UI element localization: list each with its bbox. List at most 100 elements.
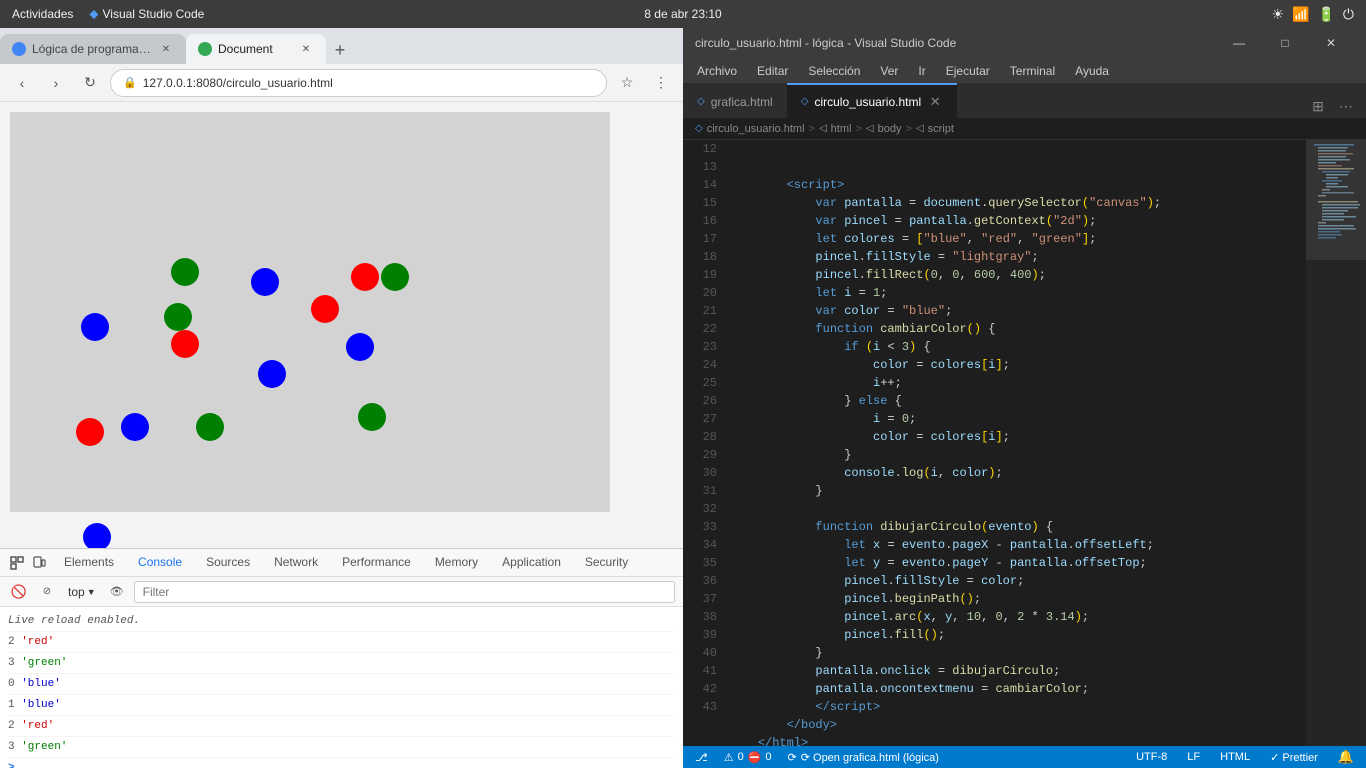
tab1-favicon — [12, 42, 26, 56]
statusbar-eol[interactable]: LF — [1183, 751, 1204, 763]
line-number: 31 — [683, 482, 717, 500]
device-toolbar-button[interactable] — [28, 552, 50, 574]
devtools-tab-security[interactable]: Security — [573, 545, 640, 580]
back-button[interactable]: ‹ — [8, 69, 36, 97]
tab2-close-btn[interactable]: ✕ — [298, 41, 314, 57]
extensions-button[interactable]: ⋮ — [647, 69, 675, 97]
devtools-tab-console[interactable]: Console — [126, 545, 194, 580]
vscode-titlebar: circulo_usuario.html - lógica - Visual S… — [683, 28, 1366, 58]
tab1-label: Lógica de programación: — [32, 42, 152, 56]
os-datetime: 8 de abr 23:10 — [644, 7, 721, 21]
devtools-tab-application[interactable]: Application — [490, 545, 573, 580]
breadcrumb-item-3[interactable]: body — [878, 123, 902, 135]
statusbar-errors[interactable]: ⚠ 0 ⛔ 0 — [720, 751, 776, 764]
statusbar-encoding[interactable]: UTF-8 — [1132, 751, 1171, 763]
brightness-icon[interactable]: ☀ — [1271, 6, 1284, 23]
menu-ver[interactable]: Ver — [870, 58, 908, 83]
context-selector[interactable]: top ▼ — [64, 585, 100, 599]
battery-icon[interactable]: 🔋 — [1317, 6, 1334, 23]
line-number: 25 — [683, 374, 717, 392]
code-content[interactable]: <script> var pantalla = document.querySe… — [725, 140, 1306, 746]
menu-ir[interactable]: Ir — [908, 58, 935, 83]
breadcrumb-icon-2: ◁ — [819, 123, 827, 134]
vscode-tab-circulo[interactable]: ◇ circulo_usuario.html ✕ — [787, 83, 957, 118]
code-line: i++; — [725, 374, 1306, 392]
devtools-tab-elements[interactable]: Elements — [52, 545, 126, 580]
encoding-label: UTF-8 — [1136, 751, 1167, 763]
breadcrumb-icon-3: ◁ — [866, 123, 874, 134]
split-editor-button[interactable]: ⊞ — [1306, 94, 1330, 118]
line-number: 27 — [683, 410, 717, 428]
console-prompt-line[interactable]: > — [8, 758, 675, 768]
os-system-tray: ☀ 📶 🔋 ⏻ — [1271, 6, 1354, 23]
tab1-close-btn[interactable]: ✕ — [158, 41, 174, 57]
statusbar-git-branch[interactable]: ⎇ — [691, 751, 712, 764]
breadcrumb-item-2[interactable]: html — [831, 123, 852, 135]
browser-tab-1[interactable]: Lógica de programación: ✕ — [0, 34, 186, 64]
menu-ayuda[interactable]: Ayuda — [1065, 58, 1119, 83]
main-area: Lógica de programación: ✕ Document ✕ + ‹… — [0, 28, 1366, 768]
line-numbers-gutter: 1213141516171819202122232425262728293031… — [683, 140, 725, 746]
line-number: 19 — [683, 266, 717, 284]
breadcrumb-sep-1: > — [809, 123, 815, 135]
address-bar[interactable]: 🔒 127.0.0.1:8080/circulo_usuario.html — [110, 69, 607, 97]
html-canvas[interactable] — [10, 112, 610, 512]
menu-archivo[interactable]: Archivo — [687, 58, 747, 83]
wifi-icon[interactable]: 📶 — [1292, 6, 1309, 23]
devtools-tab-sources[interactable]: Sources — [194, 545, 262, 580]
canvas-circle — [258, 360, 286, 388]
statusbar-notifications[interactable]: 🔔 — [1334, 749, 1358, 765]
statusbar-open-file[interactable]: ⟳ ⟳ Open grafica.html (lógica) — [784, 751, 943, 764]
show-console-sidebar-button[interactable]: 👁 — [106, 581, 128, 603]
reload-button[interactable]: ↻ — [76, 69, 104, 97]
inspect-element-button[interactable] — [6, 552, 28, 574]
close-button[interactable]: ✕ — [1308, 28, 1354, 58]
line-number: 42 — [683, 680, 717, 698]
breadcrumb-icon-4: ◁ — [916, 123, 924, 134]
menu-terminal[interactable]: Terminal — [1000, 58, 1065, 83]
code-line: let colores = ["blue", "red", "green"]; — [725, 230, 1306, 248]
vscode-tab-grafica[interactable]: ◇ grafica.html — [683, 83, 787, 118]
menu-seleccion[interactable]: Selección — [798, 58, 870, 83]
code-line: var pantalla = document.querySelector("c… — [725, 194, 1306, 212]
browser-chrome: Lógica de programación: ✕ Document ✕ + ‹… — [0, 28, 683, 102]
forward-button[interactable]: › — [42, 69, 70, 97]
preserve-log-button[interactable]: ⊘ — [36, 581, 58, 603]
menu-editar[interactable]: Editar — [747, 58, 798, 83]
canvas-circle — [251, 268, 279, 296]
breadcrumb-item-1[interactable]: circulo_usuario.html — [707, 123, 805, 135]
line-number: 12 — [683, 140, 717, 158]
lock-icon: 🔒 — [123, 76, 137, 89]
maximize-button[interactable]: □ — [1262, 28, 1308, 58]
git-branch-icon: ⎇ — [695, 751, 708, 764]
console-filter-input[interactable] — [134, 581, 675, 603]
statusbar-language[interactable]: HTML — [1216, 751, 1254, 763]
line-number: 18 — [683, 248, 717, 266]
line-number: 23 — [683, 338, 717, 356]
power-icon[interactable]: ⏻ — [1343, 6, 1354, 23]
devtools-tab-network[interactable]: Network — [262, 545, 330, 580]
line-number: 14 — [683, 176, 717, 194]
bookmark-button[interactable]: ☆ — [613, 69, 641, 97]
menu-ejecutar[interactable]: Ejecutar — [936, 58, 1000, 83]
browser-tab-2[interactable]: Document ✕ — [186, 34, 326, 64]
os-activities[interactable]: Actividades — [12, 7, 73, 21]
code-line: </body> — [725, 716, 1306, 734]
code-line: let y = evento.pageY - pantalla.offsetTo… — [725, 554, 1306, 572]
vscode-tab2-close[interactable]: ✕ — [927, 94, 943, 110]
new-tab-button[interactable]: + — [326, 36, 354, 64]
code-line: } — [725, 482, 1306, 500]
devtools-tab-memory[interactable]: Memory — [423, 545, 490, 580]
more-actions-button[interactable]: ⋯ — [1334, 94, 1358, 118]
minimize-button[interactable]: — — [1216, 28, 1262, 58]
canvas-circle — [171, 330, 199, 358]
devtools-tab-performance[interactable]: Performance — [330, 545, 423, 580]
code-line: } — [725, 446, 1306, 464]
os-vscode-launcher[interactable]: ⬥ Visual Studio Code — [89, 6, 204, 22]
clear-console-button[interactable]: 🚫 — [8, 581, 30, 603]
breadcrumb-item-4[interactable]: script — [928, 123, 954, 135]
code-line: } — [725, 644, 1306, 662]
vscode-tab2-label: circulo_usuario.html — [814, 95, 921, 109]
line-number: 24 — [683, 356, 717, 374]
statusbar-prettier[interactable]: ✓ Prettier — [1266, 751, 1322, 764]
